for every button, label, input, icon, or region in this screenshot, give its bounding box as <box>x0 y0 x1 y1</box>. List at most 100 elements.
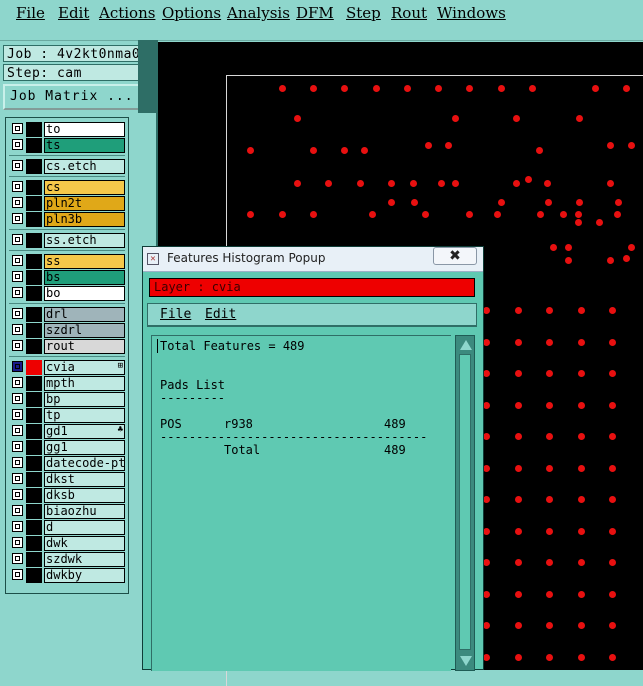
layer-name[interactable]: pln2t <box>44 196 125 211</box>
layer-name[interactable]: dwkby <box>44 568 125 583</box>
layer-color-swatch[interactable] <box>26 376 42 391</box>
layer-color-swatch[interactable] <box>26 270 42 285</box>
layer-name[interactable]: cvia <box>44 360 125 375</box>
layer-row-drl[interactable]: drl <box>9 307 125 322</box>
layer-checkbox[interactable] <box>12 521 23 532</box>
layer-name[interactable]: szdrl <box>44 323 125 338</box>
layer-name[interactable]: cs.etch <box>44 159 125 174</box>
layer-checkbox[interactable] <box>12 489 23 500</box>
layer-name[interactable]: bo <box>44 286 125 301</box>
menu-file[interactable]: File <box>16 4 45 22</box>
menu-edit[interactable]: Edit <box>58 4 89 22</box>
layer-name[interactable]: bs <box>44 270 125 285</box>
layer-color-swatch[interactable] <box>26 196 42 211</box>
layer-checkbox[interactable] <box>12 553 23 564</box>
layer-row-cs.etch[interactable]: cs.etch <box>9 159 125 174</box>
layer-row-mpth[interactable]: mpth <box>9 376 125 391</box>
layer-checkbox[interactable] <box>12 197 23 208</box>
layer-row-dwkby[interactable]: dwkby <box>9 568 125 583</box>
layer-checkbox[interactable] <box>12 441 23 452</box>
layer-checkbox[interactable] <box>12 505 23 516</box>
layer-name[interactable]: mpth <box>44 376 125 391</box>
layer-color-swatch[interactable] <box>26 122 42 137</box>
layer-checkbox[interactable] <box>12 425 23 436</box>
layer-checkbox[interactable] <box>12 181 23 192</box>
layer-row-gg1[interactable]: gg1 <box>9 440 125 455</box>
popup-menu-file[interactable]: File <box>160 307 191 322</box>
layer-checkbox[interactable] <box>12 361 23 372</box>
scroll-thumb[interactable] <box>459 354 471 650</box>
histogram-report[interactable]: Total Features = 489 Pads List --------- PO… <box>151 335 451 671</box>
layer-row-tp[interactable]: tp <box>9 408 125 423</box>
layer-checkbox[interactable] <box>12 123 23 134</box>
layer-name[interactable]: drl <box>44 307 125 322</box>
layer-name[interactable]: d <box>44 520 125 535</box>
popup-titlebar[interactable]: ✕ Features Histogram Popup ✖ <box>143 247 483 272</box>
layer-checkbox[interactable] <box>12 393 23 404</box>
layer-checkbox[interactable] <box>12 473 23 484</box>
close-button[interactable]: ✖ <box>433 247 477 265</box>
layer-name[interactable]: tp <box>44 408 125 423</box>
layer-row-to[interactable]: to <box>9 122 125 137</box>
layer-color-swatch[interactable] <box>26 323 42 338</box>
scroll-down-icon[interactable] <box>460 656 472 666</box>
menu-analysis[interactable]: Analysis <box>227 4 290 22</box>
job-matrix-button[interactable]: Job Matrix ... <box>3 84 153 110</box>
menu-step[interactable]: Step <box>346 4 381 22</box>
layer-checkbox[interactable] <box>12 340 23 351</box>
layer-checkbox[interactable] <box>12 308 23 319</box>
layer-checkbox[interactable] <box>12 569 23 580</box>
layer-checkbox[interactable] <box>12 255 23 266</box>
layer-row-d[interactable]: d <box>9 520 125 535</box>
layer-checkbox[interactable] <box>12 271 23 282</box>
layer-row-cvia[interactable]: cvia ⊞ <box>9 360 125 375</box>
layer-checkbox[interactable] <box>12 537 23 548</box>
layer-checkbox[interactable] <box>12 377 23 388</box>
layer-color-swatch[interactable] <box>26 339 42 354</box>
layer-checkbox[interactable] <box>12 213 23 224</box>
menu-actions[interactable]: Actions <box>99 4 155 22</box>
popup-menu-edit[interactable]: Edit <box>205 307 236 322</box>
layer-name[interactable]: gd1 <box>44 424 125 439</box>
layer-color-swatch[interactable] <box>26 307 42 322</box>
layer-name[interactable]: cs <box>44 180 125 195</box>
layer-checkbox[interactable] <box>12 457 23 468</box>
layer-color-swatch[interactable] <box>26 456 42 471</box>
layer-row-gd1[interactable]: gd1 ♣ <box>9 424 125 439</box>
layer-name[interactable]: rout <box>44 339 125 354</box>
layer-color-swatch[interactable] <box>26 536 42 551</box>
layer-row-rout[interactable]: rout <box>9 339 125 354</box>
layer-row-dksb[interactable]: dksb <box>9 488 125 503</box>
layer-name[interactable]: szdwk <box>44 552 125 567</box>
scroll-up-icon[interactable] <box>460 340 472 350</box>
layer-name[interactable]: bp <box>44 392 125 407</box>
layer-color-swatch[interactable] <box>26 360 42 375</box>
layer-name[interactable]: dwk <box>44 536 125 551</box>
layer-name[interactable]: ss.etch <box>44 233 125 248</box>
layer-color-swatch[interactable] <box>26 568 42 583</box>
layer-color-swatch[interactable] <box>26 408 42 423</box>
layer-row-pln2t[interactable]: pln2t <box>9 196 125 211</box>
layer-name[interactable]: gg1 <box>44 440 125 455</box>
layer-color-swatch[interactable] <box>26 286 42 301</box>
layer-row-szdwk[interactable]: szdwk <box>9 552 125 567</box>
layer-row-datecode-pto[interactable]: datecode-pto <box>9 456 125 471</box>
menu-dfm[interactable]: DFM <box>296 4 334 22</box>
layer-checkbox[interactable] <box>12 160 23 171</box>
layer-row-biaozhu[interactable]: biaozhu <box>9 504 125 519</box>
layer-checkbox[interactable] <box>12 287 23 298</box>
layer-name[interactable]: to <box>44 122 125 137</box>
layer-color-swatch[interactable] <box>26 138 42 153</box>
layer-name[interactable]: datecode-pto <box>44 456 125 471</box>
layer-row-ts[interactable]: ts <box>9 138 125 153</box>
layer-checkbox[interactable] <box>12 139 23 150</box>
layer-color-swatch[interactable] <box>26 392 42 407</box>
menu-windows[interactable]: Windows <box>437 4 506 22</box>
layer-row-bs[interactable]: bs <box>9 270 125 285</box>
layer-color-swatch[interactable] <box>26 552 42 567</box>
layer-color-swatch[interactable] <box>26 472 42 487</box>
layer-color-swatch[interactable] <box>26 212 42 227</box>
layer-color-swatch[interactable] <box>26 233 42 248</box>
layer-color-swatch[interactable] <box>26 180 42 195</box>
layer-checkbox[interactable] <box>12 409 23 420</box>
